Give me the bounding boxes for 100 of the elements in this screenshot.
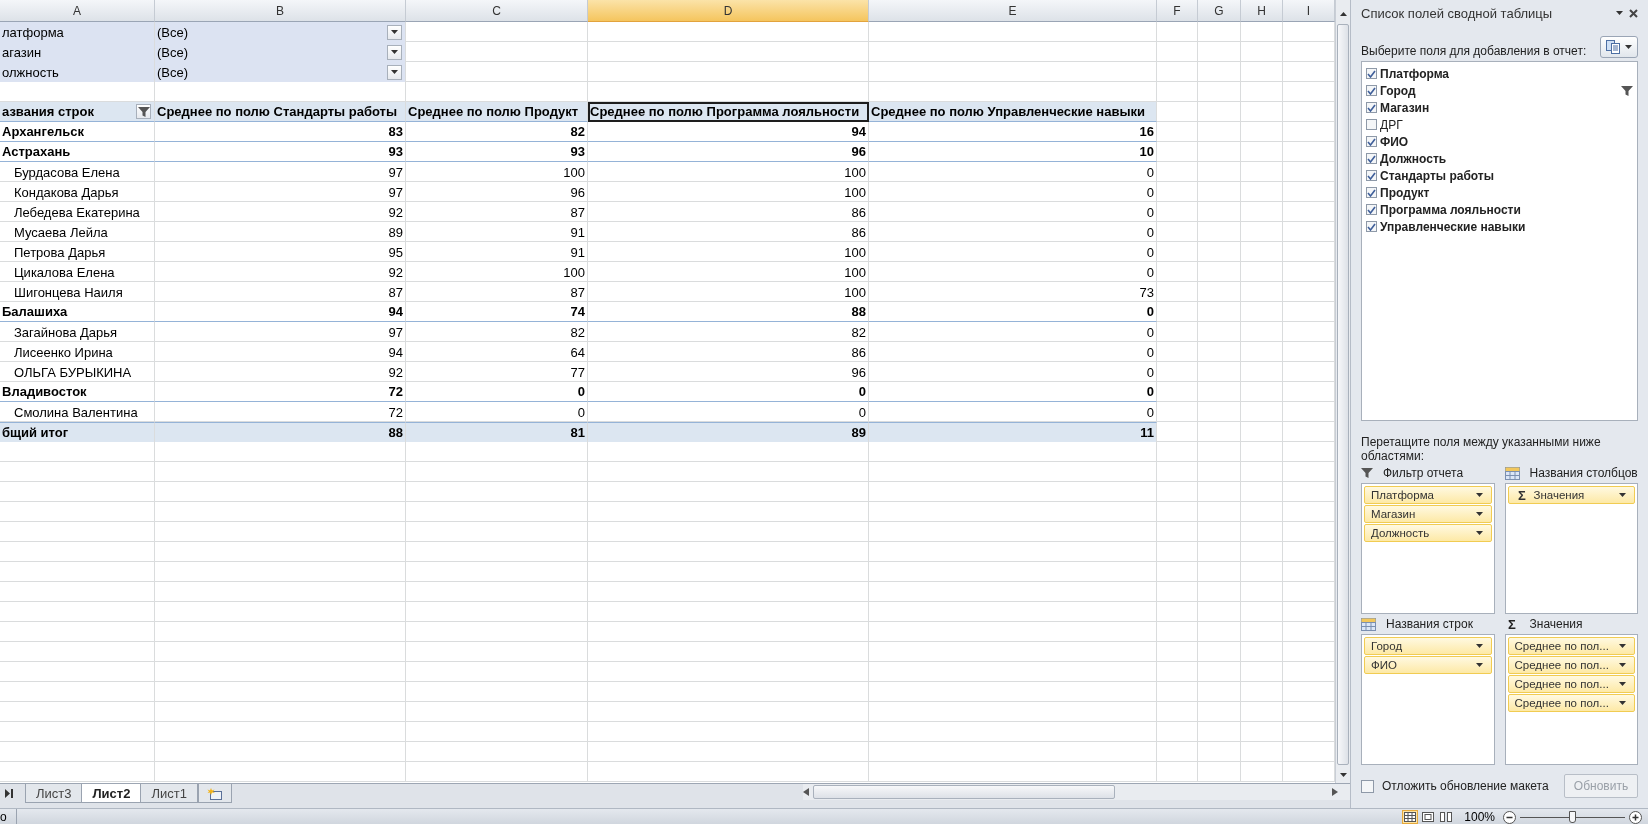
value-cell: 96 [588,142,869,162]
column-header[interactable]: I [1283,0,1335,22]
row-label-cell: Шигонцева Наиля [0,282,155,302]
new-sheet-icon [206,786,223,800]
field-chip[interactable]: Должность [1364,524,1492,542]
value-cell: 74 [406,302,588,322]
caret-icon [1619,682,1626,686]
field-chip[interactable]: ФИО [1364,656,1492,674]
checkbox[interactable] [1366,221,1377,232]
right-arrow-icon[interactable] [1332,788,1338,797]
hint-text: Перетащите поля между указанными ниже областями: [1361,435,1602,463]
zoom-slider[interactable] [1520,810,1625,824]
row-label-cell: Архангельск [0,122,155,142]
total-value-cell: 11 [869,422,1157,442]
field-chip[interactable]: Магазин [1364,505,1492,523]
row-label-cell: Загайнова Дарья [0,322,155,342]
value-cell: 96 [588,362,869,382]
value-cell: 97 [155,182,406,202]
value-cell: 72 [155,382,406,402]
column-header[interactable]: C [406,0,588,22]
minus-icon [1503,810,1516,824]
checkbox[interactable] [1366,153,1377,164]
zoom-in-button[interactable] [1629,810,1642,824]
sheet-tab[interactable]: Лист2 [81,784,142,804]
checkbox[interactable] [1366,187,1377,198]
value-cell: 0 [869,202,1157,222]
last-sheet-icon[interactable] [4,788,13,798]
field-label[interactable]: Продукт [1380,185,1633,200]
view-button[interactable] [1438,810,1455,824]
field-chip[interactable]: Σ Значения [1507,486,1635,504]
field-chip[interactable]: Платформа [1364,486,1492,504]
drop-area[interactable]: Город ФИО [1361,634,1495,765]
value-cell: 94 [155,342,406,362]
caret-icon [1619,493,1626,497]
value-cell: 94 [588,122,869,142]
value-cell: 95 [155,242,406,262]
checkbox[interactable] [1366,119,1377,130]
checkbox[interactable] [1366,136,1377,147]
checkbox[interactable] [1366,85,1377,96]
column-header[interactable]: F [1157,0,1198,22]
column-header[interactable]: E [869,0,1157,22]
column-heading-cell[interactable]: Среднее по полю Продукт [406,102,588,122]
field-label[interactable]: Платформа [1380,66,1633,81]
checkbox[interactable] [1366,204,1377,215]
left-arrow-icon[interactable] [803,788,809,797]
checkbox[interactable] [1366,68,1377,79]
value-cell: 87 [406,282,588,302]
checkbox[interactable] [1361,779,1374,793]
row-label-cell: Цикалова Елена [0,262,155,282]
close-button[interactable] [1629,8,1638,18]
panel-menu-button[interactable] [1616,11,1623,15]
drop-area[interactable]: Среднее по пол... Среднее по пол... Среднее по пол... Среднее по пол... [1504,634,1638,765]
field-label[interactable]: Город [1380,83,1618,98]
value-cell: 93 [406,142,588,162]
filter-button[interactable] [136,104,151,119]
insert-sheet-button[interactable] [197,784,232,804]
value-cell: 82 [406,122,588,142]
column-header[interactable]: G [1198,0,1241,22]
column-header[interactable]: H [1241,0,1283,22]
value-cell: 100 [406,162,588,182]
checkbox[interactable] [1366,102,1377,113]
value-cell: 97 [155,162,406,182]
column-header[interactable]: A [0,0,155,22]
layout-button[interactable] [1600,36,1638,58]
field-label[interactable]: ДРГ [1380,117,1633,132]
sheet-tab[interactable]: Лист1 [140,784,198,804]
field-chip[interactable]: Среднее по пол... [1507,637,1635,655]
column-header[interactable]: B [155,0,406,22]
field-label[interactable]: Программа лояльности [1380,202,1633,217]
scroll-thumb[interactable] [813,785,1115,800]
column-heading-cell[interactable]: Среднее по полю Программа лояльности [588,102,869,122]
zoom-out-button[interactable] [1503,810,1516,824]
field-label[interactable]: Должность [1380,151,1633,166]
value-cell: 64 [406,342,588,362]
field-label[interactable]: ФИО [1380,134,1633,149]
layout-icon [1606,40,1620,54]
checkbox-label[interactable]: Отложить обновление макета [1382,779,1556,793]
field-chip[interactable]: Среднее по пол... [1507,675,1635,693]
drop-area[interactable]: Σ Значения [1504,483,1638,614]
field-label[interactable]: Управленческие навыки [1380,219,1633,234]
column-header[interactable]: D [588,0,869,22]
checkbox[interactable] [1366,170,1377,181]
drop-area[interactable]: Платформа Магазин Должность [1361,483,1495,614]
dropdown-button[interactable] [387,24,402,40]
sheet-tab[interactable]: Лист3 [25,784,83,804]
column-heading-cell[interactable]: Среднее по полю Стандарты работы [155,102,406,122]
field-chip[interactable]: Среднее по пол... [1507,694,1635,712]
column-heading-cell[interactable]: Среднее по полю Управленческие навыки [869,102,1157,122]
caret-icon [1475,493,1483,497]
caret-icon [391,70,398,74]
dropdown-button[interactable] [387,64,402,80]
field-label[interactable]: Магазин [1380,100,1633,115]
field-chip[interactable]: Среднее по пол... [1507,656,1635,674]
view-button[interactable] [1402,810,1419,824]
field-label[interactable]: Стандарты работы [1380,168,1633,183]
dropdown-button[interactable] [387,44,402,60]
value-cell: 10 [869,142,1157,162]
scroll-thumb[interactable] [1337,24,1349,766]
field-chip[interactable]: Город [1364,637,1492,655]
view-button[interactable] [1420,810,1437,824]
